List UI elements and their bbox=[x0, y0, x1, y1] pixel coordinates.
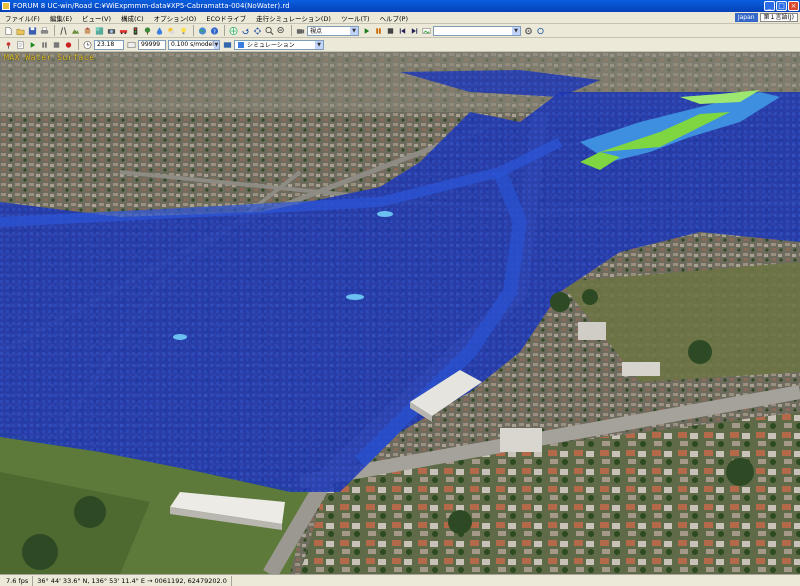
view-combo-value: 視点 bbox=[310, 28, 323, 35]
3d-viewport[interactable]: MAX Water Surface bbox=[0, 52, 800, 574]
weather-icon[interactable] bbox=[166, 25, 177, 36]
max-water-surface-label: MAX Water Surface bbox=[4, 53, 95, 62]
menu-help[interactable]: ヘルプ(P) bbox=[375, 13, 414, 23]
step-forward-icon[interactable] bbox=[409, 25, 420, 36]
menu-config[interactable]: 構成(C) bbox=[116, 13, 149, 23]
model-icon[interactable] bbox=[82, 25, 93, 36]
coordinate-readout: 36° 44' 33.6" N, 136° 53' 11.4" E → 0061… bbox=[33, 575, 232, 586]
chevron-down-icon: ▼ bbox=[213, 40, 219, 49]
road-icon[interactable] bbox=[58, 25, 69, 36]
menu-drive-simulation[interactable]: 走行シミュレーション(D) bbox=[251, 13, 336, 23]
window-title: FORUM 8 UC-win/Road C:¥WiExpmmm-data¥XP5… bbox=[13, 2, 290, 10]
search-combo[interactable]: ▼ bbox=[433, 25, 521, 36]
simulation-combo-value: シミュレーション bbox=[247, 42, 295, 49]
status-bar: 7.6 fps 36° 44' 33.6" N, 136° 53' 11.4" … bbox=[0, 574, 800, 586]
zoom-in-icon[interactable] bbox=[264, 25, 275, 36]
texture-icon[interactable] bbox=[94, 25, 105, 36]
sim-record-icon[interactable] bbox=[63, 39, 74, 50]
close-button[interactable]: × bbox=[788, 1, 799, 11]
menu-options[interactable]: オプション(O) bbox=[149, 13, 202, 23]
frame-field[interactable]: 23.18 bbox=[94, 39, 124, 50]
settings-icon[interactable] bbox=[523, 25, 534, 36]
main-toolbar: ? 視点 ▼ ▼ bbox=[0, 24, 800, 38]
simulation-icon bbox=[237, 41, 245, 49]
step-back-icon[interactable] bbox=[397, 25, 408, 36]
menu-edit[interactable]: 編集(E) bbox=[45, 13, 77, 23]
sim-stop-icon[interactable] bbox=[51, 39, 62, 50]
light-icon[interactable] bbox=[178, 25, 189, 36]
app-icon bbox=[2, 2, 10, 10]
navigate-icon[interactable] bbox=[228, 25, 239, 36]
counter-icon[interactable] bbox=[126, 39, 137, 50]
simulation-toolbar: 23.18 99999 0.100 s/model ▼ シミュレーション ▼ bbox=[0, 38, 800, 52]
svg-text:?: ? bbox=[213, 29, 216, 35]
script-icon[interactable] bbox=[15, 39, 26, 50]
menu-file[interactable]: ファイル(F) bbox=[0, 13, 45, 23]
signal-icon[interactable] bbox=[130, 25, 141, 36]
menu-tools[interactable]: ツール(T) bbox=[336, 13, 375, 23]
menu-view[interactable]: ビュー(V) bbox=[77, 13, 116, 23]
title-bar: FORUM 8 UC-win/Road C:¥WiExpmmm-data¥XP5… bbox=[0, 0, 800, 12]
pin-icon[interactable] bbox=[3, 39, 14, 50]
save-icon[interactable] bbox=[27, 25, 38, 36]
language-button[interactable]: Japan bbox=[734, 13, 758, 22]
camera-view-icon[interactable] bbox=[295, 25, 306, 36]
refresh-icon[interactable] bbox=[535, 25, 546, 36]
speed-combo-value: 0.100 s/model bbox=[171, 41, 214, 48]
record-icon[interactable] bbox=[385, 25, 396, 36]
play-icon[interactable] bbox=[361, 25, 372, 36]
flood-simulation-scene bbox=[0, 52, 800, 574]
camera-icon[interactable] bbox=[106, 25, 117, 36]
maximize-button[interactable]: □ bbox=[776, 1, 787, 11]
print-icon[interactable] bbox=[39, 25, 50, 36]
car-icon[interactable] bbox=[118, 25, 129, 36]
minimize-button[interactable]: _ bbox=[764, 1, 775, 11]
chevron-down-icon: ▼ bbox=[315, 40, 323, 49]
simulation-combo[interactable]: シミュレーション ▼ bbox=[234, 39, 324, 50]
help-icon[interactable]: ? bbox=[209, 25, 220, 36]
menu-eco-drive[interactable]: ECOドライブ bbox=[201, 13, 251, 23]
sim-mode-icon[interactable] bbox=[222, 39, 233, 50]
chevron-down-icon: ▼ bbox=[512, 26, 520, 35]
rotate-icon[interactable] bbox=[240, 25, 251, 36]
menu-bar: ファイル(F) 編集(E) ビュー(V) 構成(C) オプション(O) ECOド… bbox=[0, 12, 800, 24]
open-folder-icon[interactable] bbox=[15, 25, 26, 36]
frame-value: 23.18 bbox=[97, 41, 115, 48]
terrain-icon[interactable] bbox=[70, 25, 81, 36]
fps-readout: 7.6 fps bbox=[2, 575, 34, 586]
count-value: 99999 bbox=[141, 41, 161, 48]
snapshot-icon[interactable] bbox=[421, 25, 432, 36]
globe-icon[interactable] bbox=[197, 25, 208, 36]
sim-pause-icon[interactable] bbox=[39, 39, 50, 50]
count-field[interactable]: 99999 bbox=[138, 39, 166, 50]
chevron-down-icon: ▼ bbox=[350, 26, 358, 35]
view-combo[interactable]: 視点 ▼ bbox=[307, 25, 359, 36]
sim-play-icon[interactable] bbox=[27, 39, 38, 50]
tree-icon[interactable] bbox=[142, 25, 153, 36]
clock-icon[interactable] bbox=[82, 39, 93, 50]
speed-combo[interactable]: 0.100 s/model ▼ bbox=[168, 39, 220, 50]
pan-icon[interactable] bbox=[252, 25, 263, 36]
new-file-icon[interactable] bbox=[3, 25, 14, 36]
pause-icon[interactable] bbox=[373, 25, 384, 36]
language-label[interactable]: 第１言語(J) bbox=[759, 13, 798, 22]
water-icon[interactable] bbox=[154, 25, 165, 36]
zoom-out-icon[interactable] bbox=[276, 25, 287, 36]
